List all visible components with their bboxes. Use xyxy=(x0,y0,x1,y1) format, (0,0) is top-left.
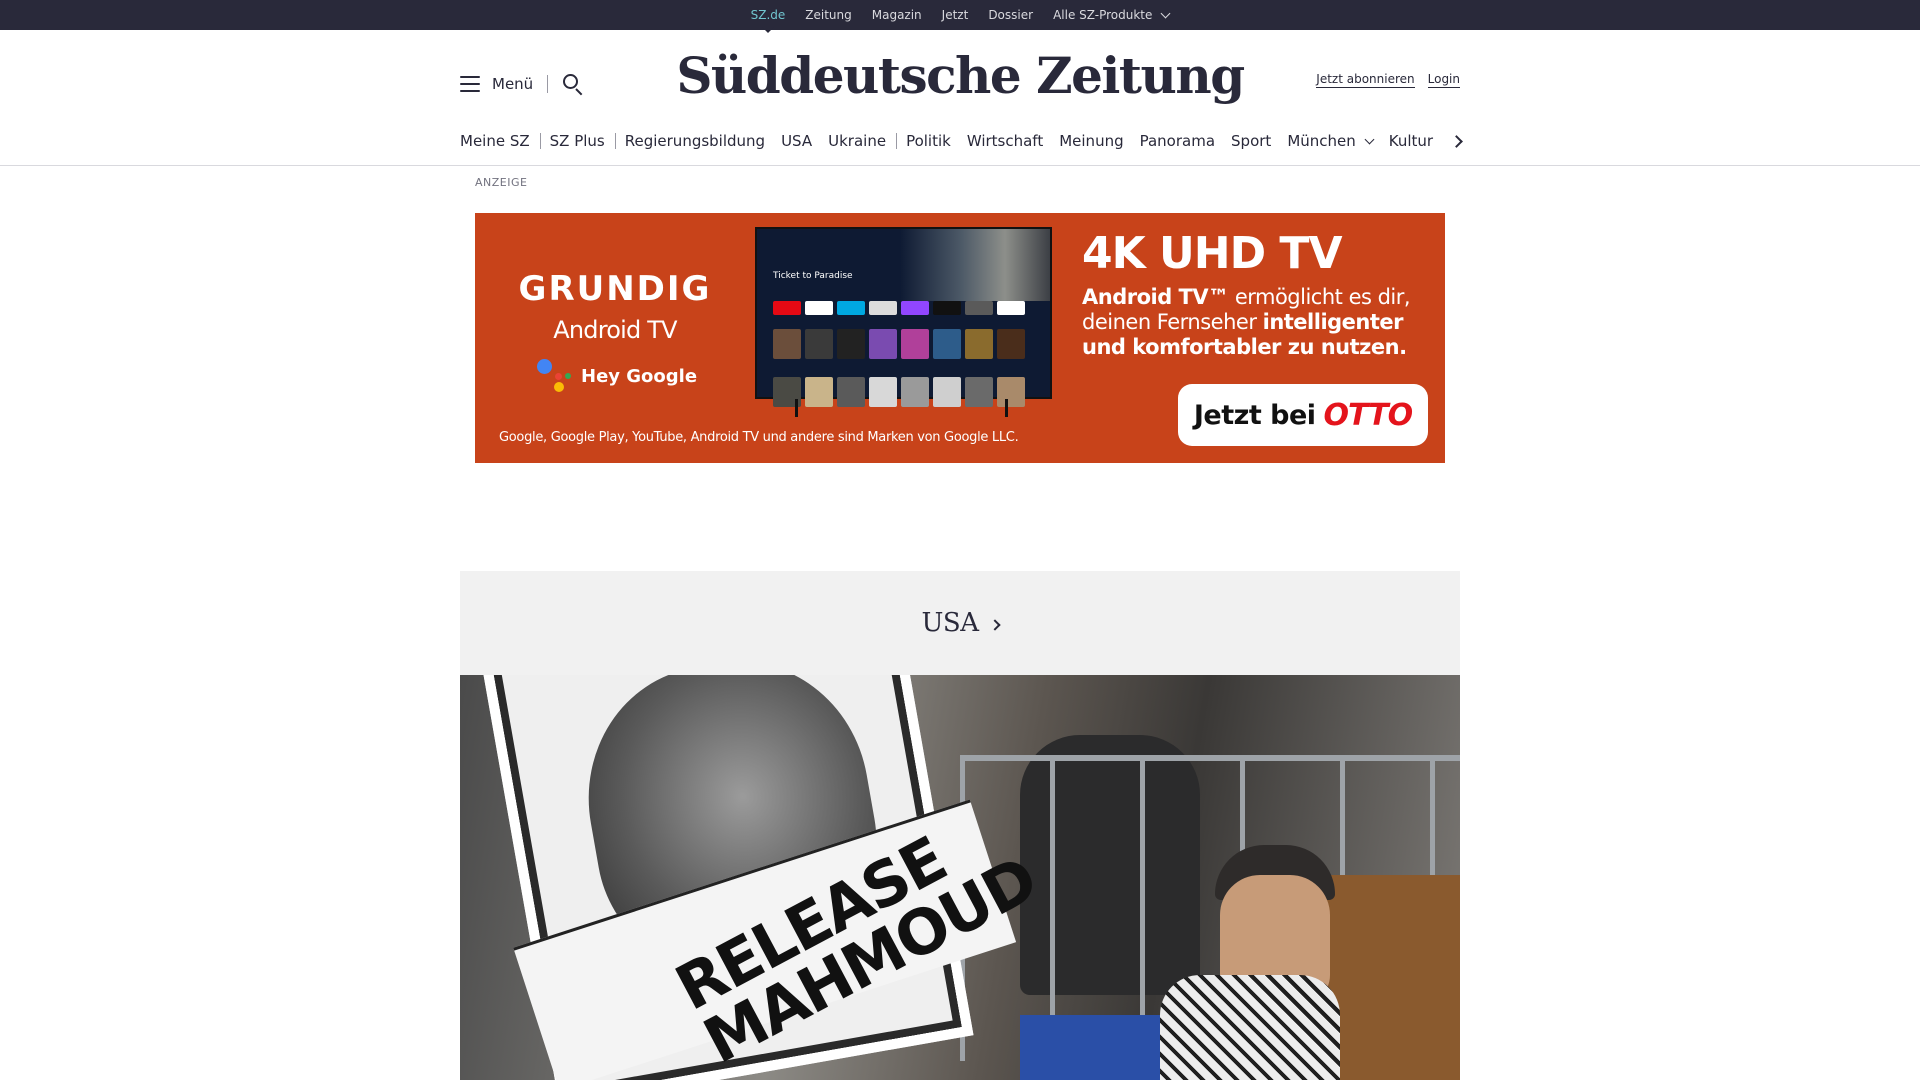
article-lead-image[interactable]: RELEASE MAHMOUD xyxy=(460,675,1460,1080)
section-header-usa[interactable]: USA xyxy=(460,571,1460,675)
nav-item-muenchen[interactable]: München xyxy=(1287,132,1375,150)
ad-headline: 4K UHD TV xyxy=(1082,228,1342,279)
nav-item-wirtschaft[interactable]: Wirtschaft xyxy=(967,132,1043,150)
section-title: USA xyxy=(921,608,980,638)
ad-hey-google: Hey Google xyxy=(537,359,697,393)
nav-item-ukraine[interactable]: Ukraine xyxy=(828,132,886,150)
site-header: Menü Süddeutsche Zeitung Jetzt abonniere… xyxy=(0,30,1920,166)
protest-poster: RELEASE MAHMOUD xyxy=(480,675,1048,1080)
tv-hero-image xyxy=(900,229,1050,301)
ad-cta-label: Jetzt bei xyxy=(1193,399,1316,431)
nav-item-sz-plus[interactable]: SZ Plus xyxy=(550,132,605,150)
nav-item-usa[interactable]: USA xyxy=(781,132,812,150)
google-assistant-icon xyxy=(537,359,575,393)
nav-item-politik[interactable]: Politik xyxy=(906,132,951,150)
tv-poster-row xyxy=(773,329,1025,359)
tv-poster-row xyxy=(773,377,1025,407)
subscribe-link[interactable]: Jetzt abonnieren xyxy=(1316,72,1415,88)
topbar-link-magazin[interactable]: Magazin xyxy=(872,8,922,22)
logo-link[interactable]: Süddeutsche Zeitung xyxy=(676,46,1245,105)
otto-logo: OTTO xyxy=(1323,397,1414,433)
nav-item-meinung[interactable]: Meinung xyxy=(1059,132,1123,150)
topbar-link-alle-produkte[interactable]: Alle SZ-Produkte xyxy=(1053,8,1171,22)
nav-item-regierungsbildung[interactable]: Regierungsbildung xyxy=(625,132,765,150)
tv-stand xyxy=(795,399,798,417)
ad-android-tv-logo: Android TV xyxy=(553,316,677,344)
nav-item-kultur[interactable]: Kultur xyxy=(1389,132,1433,150)
ad-label: ANZEIGE xyxy=(475,176,528,189)
chevron-down-icon xyxy=(1364,134,1375,144)
chevron-down-icon xyxy=(1160,8,1171,18)
ad-cta-button[interactable]: Jetzt bei OTTO xyxy=(1178,384,1428,446)
topbar-link-dossier[interactable]: Dossier xyxy=(988,8,1033,22)
topbar-link-alle-produkte-label: Alle SZ-Produkte xyxy=(1053,8,1153,22)
nav-item-sport[interactable]: Sport xyxy=(1231,132,1271,150)
site-logo: Süddeutsche Zeitung xyxy=(0,46,1920,105)
account-links: Jetzt abonnieren Login xyxy=(1316,72,1460,88)
nav-item-muenchen-label: München xyxy=(1287,132,1356,150)
ad-tv-image: Ticket to Paradise xyxy=(755,227,1052,407)
topbar-link-jetzt[interactable]: Jetzt xyxy=(942,8,969,22)
ad-copy: Android TV™ ermöglicht es dir, deinen Fe… xyxy=(1082,285,1432,360)
advertisement-banner[interactable]: GRUNDIG Android TV Hey Google Ticket to … xyxy=(475,213,1445,463)
topbar-link-zeitung[interactable]: Zeitung xyxy=(805,8,851,22)
nav-divider xyxy=(614,133,616,149)
tv-stand xyxy=(1005,399,1008,417)
topbar-link-szde[interactable]: SZ.de xyxy=(751,8,785,33)
top-bar: SZ.de Zeitung Magazin Jetzt Dossier Alle… xyxy=(0,0,1920,33)
tv-app-row xyxy=(773,301,1025,315)
ad-brand-logo: GRUNDIG xyxy=(518,269,712,309)
nav-scroll-right-icon[interactable] xyxy=(1450,133,1464,149)
tv-hero-title: Ticket to Paradise xyxy=(773,271,853,281)
nav-item-panorama[interactable]: Panorama xyxy=(1140,132,1215,150)
ad-hey-google-label: Hey Google xyxy=(581,365,698,387)
nav-divider xyxy=(896,133,898,149)
chevron-right-icon xyxy=(988,619,1001,631)
ad-disclaimer: Google, Google Play, YouTube, Android TV… xyxy=(499,430,1019,445)
ad-copy-bold-1: Android TV™ xyxy=(1082,285,1229,309)
login-link[interactable]: Login xyxy=(1427,72,1460,88)
nav-item-meine-sz[interactable]: Meine SZ xyxy=(460,132,530,150)
main-nav: Meine SZ SZ Plus Regierungsbildung USA U… xyxy=(460,126,1460,156)
nav-divider xyxy=(539,133,541,149)
top-bar-links: SZ.de Zeitung Magazin Jetzt Dossier Alle… xyxy=(0,0,1920,33)
